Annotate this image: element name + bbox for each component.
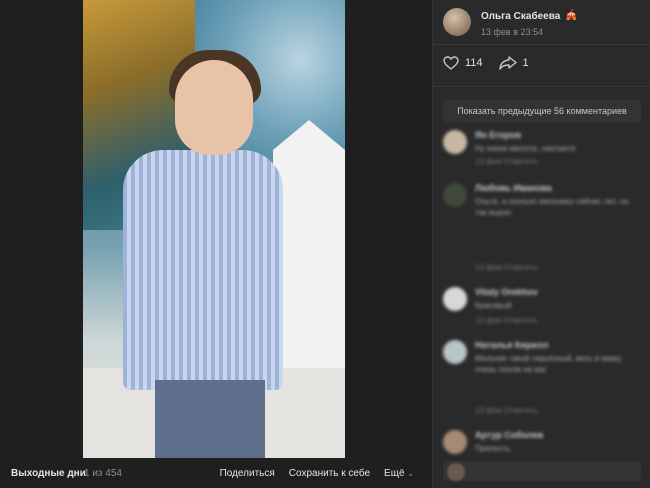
post-author: Ольга Скабеева 🎪 13 фев в 23:54 <box>443 8 643 38</box>
viewer-actions: Поделиться Сохранить к себе Ещё ⌄ <box>220 468 414 479</box>
comment-meta: 13 фев Ответить <box>475 316 538 325</box>
save-button[interactable]: Сохранить к себе <box>289 468 370 479</box>
comment-avatar[interactable] <box>443 183 467 207</box>
comment-text: Прелесть <box>475 444 511 453</box>
comment-text: Ну какая милота, смотрите <box>475 144 576 153</box>
like-button[interactable]: 114 <box>443 56 483 70</box>
comment-author[interactable]: Vitaly Orekhov <box>475 287 538 297</box>
post-stats: 114 1 <box>443 56 545 70</box>
share-arrow-icon <box>498 56 517 70</box>
author-name[interactable]: Ольга Скабеева <box>481 11 560 22</box>
comment-author[interactable]: Артур Соболев <box>475 430 543 440</box>
comment-avatar[interactable] <box>443 130 467 154</box>
comment-text: Мальчик такой серьёзный, весь в маму, оч… <box>475 354 623 374</box>
share-count: 1 <box>522 57 529 69</box>
chevron-down-icon: ⌄ <box>407 469 414 478</box>
photo-viewer: Выходные дни 1 из 454 Поделиться Сохрани… <box>0 0 432 488</box>
comments-panel: Ольга Скабеева 🎪 13 фев в 23:54 114 1 По… <box>432 0 650 488</box>
photo-counter: 1 из 454 <box>84 468 122 479</box>
comment-input[interactable] <box>443 461 641 481</box>
post-date[interactable]: 13 фев в 23:54 <box>481 27 543 37</box>
photo-decor-house <box>273 120 345 370</box>
comment-text: Ольга, а сколько мальчику сейчас лет, он… <box>475 197 629 217</box>
comment-author[interactable]: Наталья Кирилл <box>475 340 548 350</box>
comment-item: Любовь Иванова Ольга, а сколько мальчику… <box>443 183 643 273</box>
comment-avatar[interactable] <box>443 430 467 454</box>
photo-boy-jeans <box>155 380 265 458</box>
like-count: 114 <box>465 57 483 69</box>
photo-boy-face <box>175 60 253 155</box>
more-label: Ещё <box>384 468 405 479</box>
album-title[interactable]: Выходные дни <box>11 468 86 479</box>
current-user-avatar <box>447 463 465 481</box>
show-previous-comments-button[interactable]: Показать предыдущие 56 комментариев <box>443 100 641 122</box>
heart-icon <box>443 56 459 70</box>
comment-meta: 13 фев Ответить <box>475 406 538 415</box>
comment-item: Ян Егоров Ну какая милота, смотрите 13 ф… <box>443 130 643 170</box>
comment-avatar[interactable] <box>443 287 467 311</box>
photo[interactable] <box>83 0 345 458</box>
comment-item: Vitaly Orekhov Красивый 13 фев Ответить <box>443 287 643 327</box>
comment-text: Красивый <box>475 301 512 310</box>
divider <box>433 86 650 87</box>
author-avatar[interactable] <box>443 8 471 36</box>
comment-author[interactable]: Ян Егоров <box>475 130 521 140</box>
share-button[interactable]: Поделиться <box>220 468 275 479</box>
emoji-icon: 🎪 <box>565 10 578 21</box>
photo-boy-shirt <box>123 150 283 390</box>
comment-meta: 13 фев Ответить <box>475 263 538 272</box>
comment-item: Артур Соболев Прелесть <box>443 430 643 456</box>
share-post-button[interactable]: 1 <box>498 56 529 70</box>
comment-meta: 13 фев Ответить <box>475 157 538 166</box>
comment-author[interactable]: Любовь Иванова <box>475 183 552 193</box>
comment-avatar[interactable] <box>443 340 467 364</box>
more-button[interactable]: Ещё ⌄ <box>384 468 414 479</box>
divider <box>433 44 650 45</box>
viewer-bottom-bar: Выходные дни 1 из 454 Поделиться Сохрани… <box>0 463 432 488</box>
comment-item: Наталья Кирилл Мальчик такой серьёзный, … <box>443 340 643 415</box>
